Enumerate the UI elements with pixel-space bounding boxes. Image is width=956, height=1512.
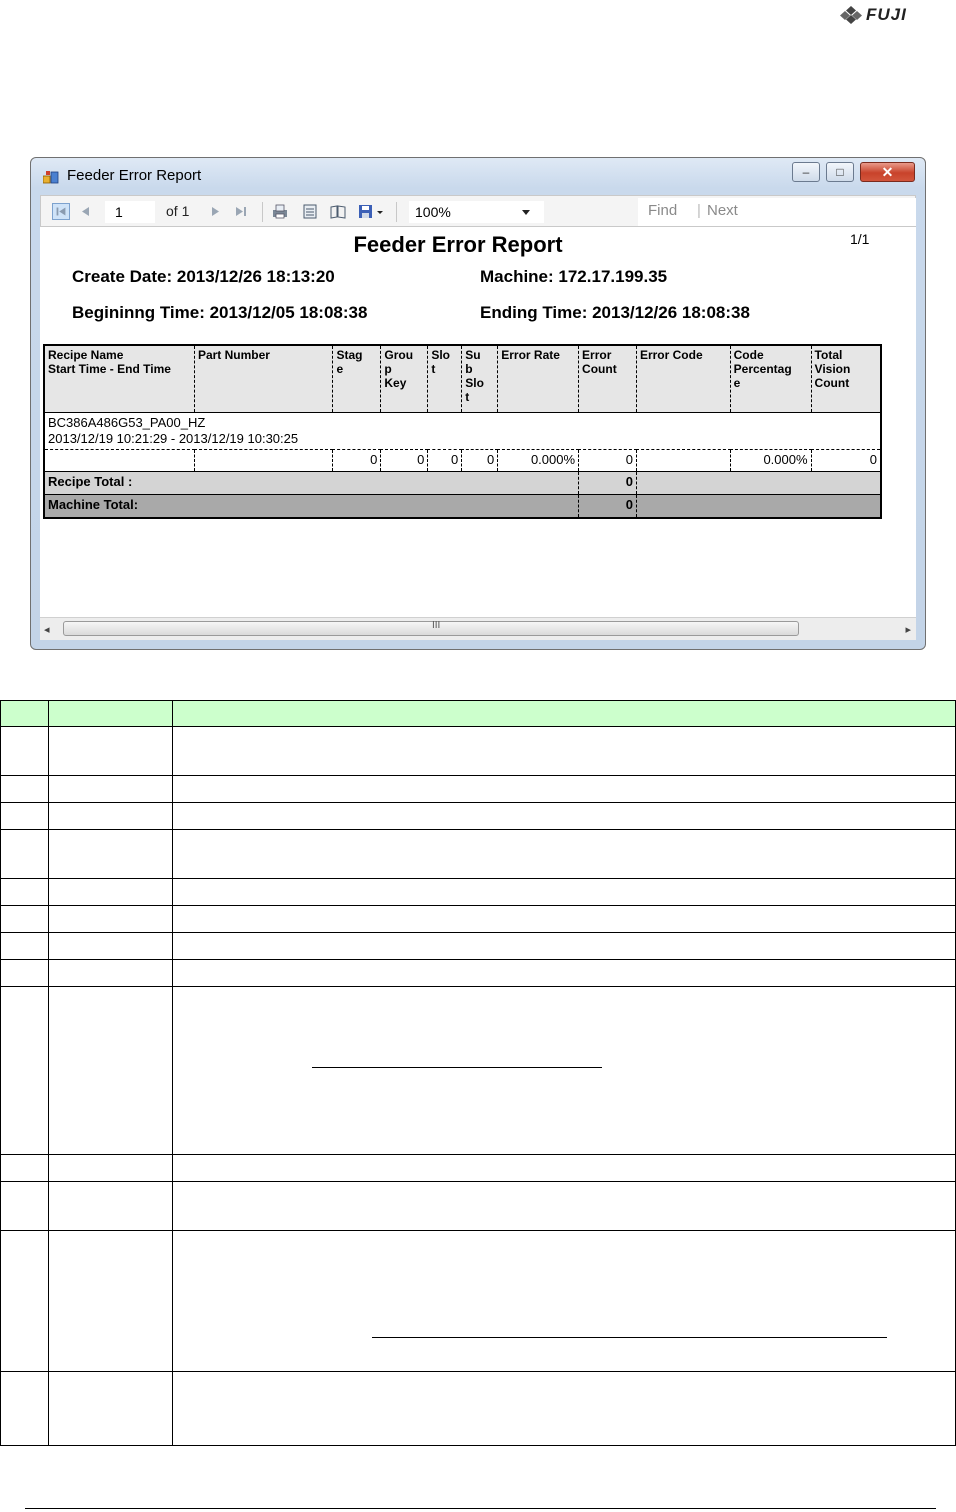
column-header-recipe: Recipe Name Start Time - End Time (44, 345, 195, 413)
export-save-icon[interactable] (357, 203, 375, 220)
first-page-icon[interactable] (52, 203, 70, 220)
formula-line (312, 1067, 602, 1068)
table-row (0, 986, 956, 1155)
formula-line (372, 1337, 887, 1338)
logo-text: FUJI (866, 5, 907, 24)
maximize-button[interactable]: □ (826, 162, 854, 182)
cell-error-count: 0 (578, 449, 637, 472)
footer-rule (25, 1508, 936, 1509)
find-box (638, 198, 916, 226)
find-separator: | (697, 202, 701, 219)
cell-group-key: 0 (380, 449, 428, 472)
cell-total-vision: 0 (810, 449, 881, 472)
table-row (0, 959, 956, 987)
print-layout-icon[interactable] (301, 203, 319, 220)
recipe-total-value: 0 (578, 471, 637, 495)
table-row (0, 932, 956, 960)
report-title: Feeder Error Report (353, 232, 563, 257)
minimize-button[interactable]: – (792, 162, 820, 182)
report-app-icon (43, 171, 59, 184)
column-header-code-percentage: Code Percentag e (729, 345, 812, 413)
window-title: Feeder Error Report (67, 167, 202, 184)
table-row: 0 0 0 0 0.000% 0 0.000% 0 (44, 449, 881, 472)
column-header-sub-slot: Su b Slo t (461, 345, 498, 413)
toolbar-separator (396, 202, 397, 222)
last-page-icon[interactable] (232, 203, 250, 220)
cell-error-rate: 0.000% (497, 449, 579, 472)
diamond-logo-icon (840, 6, 862, 24)
scroll-left-icon[interactable]: ◂ (44, 623, 50, 636)
next-page-icon[interactable] (206, 203, 224, 220)
description-header-row (0, 700, 956, 727)
table-row (0, 775, 956, 803)
column-header-group-key: Grou p Key (380, 345, 428, 413)
recipe-total-filler (635, 471, 881, 495)
page-number-input[interactable]: 1 (105, 201, 155, 223)
next-link[interactable]: Next (707, 202, 738, 219)
fuji-logo: FUJI (840, 4, 930, 26)
previous-page-icon[interactable] (77, 203, 95, 220)
cell-error-code (635, 449, 731, 472)
zoom-value: 100% (415, 204, 451, 220)
grip-icon: III (432, 620, 441, 631)
recipe-group-row: BC386A486G53_PA00_HZ 2013/12/19 10:21:29 … (44, 412, 881, 450)
report-viewport[interactable]: Feeder Error Report 1/1 Create Date: 201… (40, 227, 916, 617)
recipe-time-range: 2013/12/19 10:21:29 - 2013/12/19 10:30:2… (48, 431, 299, 446)
table-row (0, 905, 956, 933)
feeder-error-table: Recipe Name Start Time - End Time Part Nu… (43, 344, 882, 519)
chevron-down-icon (522, 210, 530, 215)
cell-stage: 0 (332, 449, 381, 472)
scrollbar-thumb[interactable]: III (63, 620, 799, 636)
table-header-row: Recipe Name Start Time - End Time Part Nu… (44, 345, 881, 413)
end-time: Ending Time: 2013/12/26 18:08:38 (480, 303, 750, 322)
column-header-error-count: Error Count (578, 345, 637, 413)
page-setup-icon[interactable] (329, 203, 347, 220)
column-header-error-code: Error Code (635, 345, 731, 413)
close-button[interactable]: ✕ (860, 162, 915, 182)
find-link[interactable]: Find (648, 202, 677, 219)
table-row (0, 829, 956, 879)
scroll-right-icon[interactable]: ▸ (905, 623, 911, 636)
column-header-stage: Stag e (332, 345, 381, 413)
machine-address: Machine: 172.17.199.35 (480, 267, 668, 286)
recipe-name: BC386A486G53_PA00_HZ (48, 415, 206, 430)
zoom-select[interactable]: 100% (409, 201, 544, 223)
column-header-error-rate: Error Rate (497, 345, 579, 413)
print-icon[interactable] (271, 203, 289, 220)
column-header-slot: Slo t (427, 345, 462, 413)
create-date: Create Date: 2013/12/26 18:13:20 (72, 267, 335, 286)
toolbar-separator (262, 202, 263, 222)
table-row (0, 1181, 956, 1231)
cell-sub-slot: 0 (461, 449, 498, 472)
cell-code-percentage: 0.000% (729, 449, 812, 472)
column-header-part-number: Part Number (193, 345, 333, 413)
cell-recipe (44, 449, 195, 472)
table-row (0, 802, 956, 830)
machine-total-label: Machine Total: (44, 494, 579, 518)
report-toolbar: 1 of 1 100% Find | Next (40, 195, 916, 227)
table-row (0, 1230, 956, 1372)
column-header-total-vision-count: Total Vision Count (810, 345, 881, 413)
table-row (0, 1371, 956, 1446)
machine-total-row: Machine Total: 0 (44, 494, 881, 518)
recipe-total-label: Recipe Total : (44, 471, 579, 495)
table-row (0, 726, 956, 776)
cell-slot: 0 (427, 449, 462, 472)
machine-total-value: 0 (578, 494, 637, 518)
description-table (0, 700, 956, 1446)
report-window: Feeder Error Report – □ ✕ 1 of 1 100% Fi… (30, 157, 926, 650)
export-dropdown-icon[interactable] (375, 203, 385, 220)
table-row (0, 878, 956, 906)
machine-total-filler (635, 494, 881, 518)
begin-time: Begininng Time: 2013/12/05 18:08:38 (72, 303, 368, 322)
cell-part-number (193, 449, 333, 472)
table-row (0, 1154, 956, 1182)
horizontal-scrollbar[interactable]: ◂ III ▸ (40, 617, 916, 640)
page-indicator: 1/1 (850, 231, 870, 247)
recipe-total-row: Recipe Total : 0 (44, 471, 881, 495)
page-count-label: of 1 (166, 203, 190, 219)
